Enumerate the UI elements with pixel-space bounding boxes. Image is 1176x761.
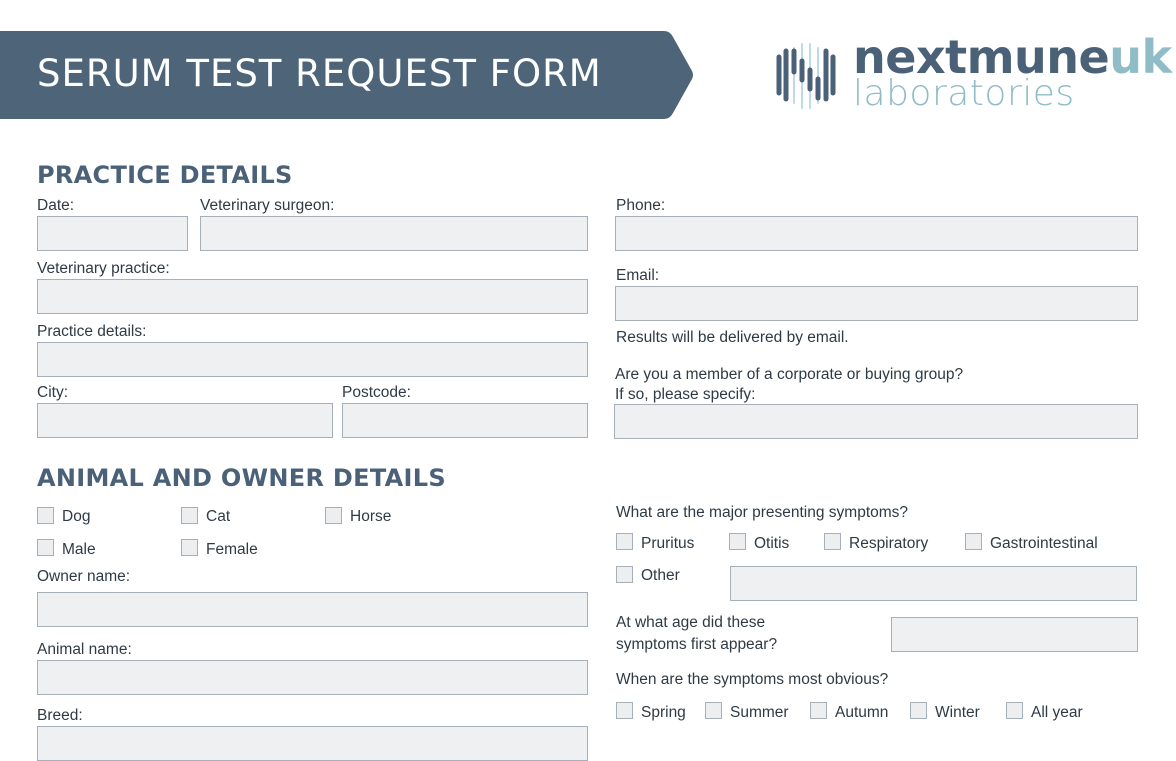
gastrointestinal-label: Gastrointestinal	[990, 535, 1098, 552]
animal-owner-details-heading: ANIMAL AND OWNER DETAILS	[37, 464, 446, 492]
horse-checkbox[interactable]	[325, 507, 342, 524]
all-year-label: All year	[1031, 704, 1083, 721]
nextmune-logo-icon	[776, 43, 840, 114]
pruritus-label: Pruritus	[641, 535, 695, 552]
respiratory-checkbox[interactable]	[824, 533, 841, 550]
horse-label: Horse	[350, 508, 392, 525]
other-label: Other	[641, 567, 680, 584]
date-field[interactable]	[37, 216, 188, 251]
practice-details-label: Practice details:	[37, 323, 147, 340]
veterinary-surgeon-field[interactable]	[200, 216, 588, 251]
veterinary-practice-field[interactable]	[37, 279, 588, 314]
symptoms-question: What are the major presenting symptoms?	[616, 504, 909, 521]
postcode-field[interactable]	[342, 403, 588, 438]
city-label: City:	[37, 384, 68, 401]
pruritus-checkbox[interactable]	[616, 533, 633, 550]
cat-checkbox[interactable]	[181, 507, 198, 524]
female-checkbox[interactable]	[181, 539, 198, 556]
gastrointestinal-checkbox[interactable]	[965, 533, 982, 550]
dog-label: Dog	[62, 508, 91, 525]
spring-label: Spring	[641, 704, 686, 721]
spring-checkbox[interactable]	[616, 702, 633, 719]
email-label: Email:	[616, 267, 660, 284]
animal-name-field[interactable]	[37, 660, 588, 695]
veterinary-surgeon-label: Veterinary surgeon:	[200, 197, 335, 214]
form-title: SERUM TEST REQUEST FORM	[37, 52, 602, 95]
breed-label: Breed:	[37, 707, 83, 724]
autumn-label: Autumn	[835, 704, 889, 721]
autumn-checkbox[interactable]	[810, 702, 827, 719]
email-field[interactable]	[615, 286, 1138, 321]
winter-checkbox[interactable]	[910, 702, 927, 719]
other-checkbox[interactable]	[616, 566, 633, 583]
veterinary-practice-label: Veterinary practice:	[37, 260, 170, 277]
summer-checkbox[interactable]	[705, 702, 722, 719]
cat-label: Cat	[206, 508, 231, 525]
phone-label: Phone:	[616, 197, 666, 214]
season-question: When are the symptoms most obvious?	[616, 671, 889, 688]
city-field[interactable]	[37, 403, 333, 438]
dog-checkbox[interactable]	[37, 507, 54, 524]
owner-name-label: Owner name:	[37, 568, 131, 585]
respiratory-label: Respiratory	[849, 535, 929, 552]
practice-details-field[interactable]	[37, 342, 588, 377]
logo-brand-suffix: uk	[1109, 30, 1172, 84]
female-label: Female	[206, 541, 258, 558]
phone-field[interactable]	[615, 216, 1138, 251]
breed-field[interactable]	[37, 726, 588, 761]
onset-age-question-line2: symptoms first appear?	[616, 636, 778, 653]
otitis-label: Otitis	[754, 535, 790, 552]
buying-group-question: Are you a member of a corporate or buyin…	[615, 366, 964, 383]
date-label: Date:	[37, 197, 75, 214]
other-symptom-field[interactable]	[730, 566, 1137, 601]
owner-name-field[interactable]	[37, 592, 588, 627]
male-checkbox[interactable]	[37, 539, 54, 556]
practice-details-heading: PRACTICE DETAILS	[37, 161, 293, 189]
logo-subtitle: laboratories	[853, 73, 1075, 114]
winter-label: Winter	[935, 704, 980, 721]
buying-group-prompt: If so, please specify:	[615, 386, 756, 403]
otitis-checkbox[interactable]	[729, 533, 746, 550]
email-delivery-note: Results will be delivered by email.	[616, 329, 849, 346]
summer-label: Summer	[730, 704, 789, 721]
animal-name-label: Animal name:	[37, 641, 132, 658]
buying-group-field[interactable]	[614, 404, 1138, 439]
onset-age-question-line1: At what age did these	[616, 614, 766, 631]
male-label: Male	[62, 541, 96, 558]
all-year-checkbox[interactable]	[1006, 702, 1023, 719]
onset-age-field[interactable]	[891, 617, 1138, 652]
postcode-label: Postcode:	[342, 384, 411, 401]
